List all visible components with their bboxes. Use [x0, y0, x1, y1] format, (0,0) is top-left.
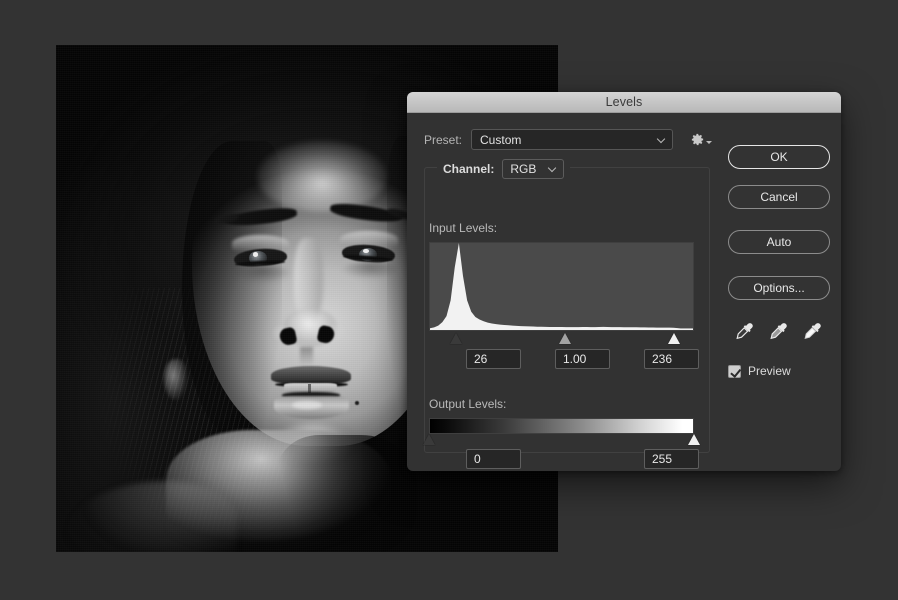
preset-label: Preset:	[424, 132, 463, 147]
chevron-down-icon	[658, 136, 665, 143]
dialog-titlebar[interactable]: Levels	[407, 92, 841, 113]
input-gamma-field[interactable]: 1.00	[555, 349, 610, 369]
input-black-point-field[interactable]: 26	[466, 349, 521, 369]
input-levels-slider-track[interactable]	[429, 332, 694, 346]
output-levels-slider-track[interactable]	[422, 433, 700, 447]
eye-glint-right	[363, 248, 369, 254]
eye-glint-left	[252, 252, 259, 257]
chevron-down-icon	[706, 140, 712, 144]
neck-shadow	[276, 435, 418, 552]
options-button[interactable]: Options...	[728, 276, 830, 300]
set-white-point-eyedropper-icon[interactable]	[802, 321, 824, 345]
philtrum	[299, 346, 314, 366]
dialog-body: Preset: Custom Channel: RGB Input Levels…	[407, 113, 841, 471]
input-levels-label: Input Levels:	[429, 221, 498, 235]
auto-button[interactable]: Auto	[728, 230, 830, 254]
preset-select[interactable]: Custom	[471, 129, 674, 150]
preset-options-menu-button[interactable]	[690, 130, 714, 148]
output-levels-label: Output Levels:	[429, 397, 507, 411]
channel-value: RGB	[510, 162, 537, 176]
histogram[interactable]	[429, 242, 694, 331]
levels-dialog[interactable]: Levels Preset: Custom Channel: RGB Input…	[407, 92, 841, 471]
set-black-point-eyedropper-icon[interactable]	[734, 321, 756, 345]
channel-select[interactable]: RGB	[502, 159, 565, 179]
lip-highlight	[291, 400, 323, 409]
preview-label: Preview	[748, 364, 791, 378]
preview-checkbox[interactable]	[728, 364, 741, 378]
output-black-point-field[interactable]: 0	[466, 449, 521, 469]
gear-icon	[691, 133, 704, 145]
output-black-point-slider[interactable]	[422, 434, 435, 445]
output-white-point-slider[interactable]	[687, 434, 700, 445]
set-gray-point-eyedropper-icon[interactable]	[768, 321, 790, 345]
output-white-point-field[interactable]: 255	[644, 449, 699, 469]
preset-row: Preset: Custom	[424, 129, 674, 150]
dialog-title: Levels	[605, 95, 643, 109]
eyedropper-group	[728, 319, 830, 347]
channel-label: Channel:	[443, 162, 495, 176]
histogram-plot	[430, 243, 693, 330]
input-white-point-field[interactable]: 236	[644, 349, 699, 369]
cancel-button[interactable]: Cancel	[728, 185, 830, 209]
input-black-point-slider[interactable]	[449, 333, 462, 344]
screen: Levels Preset: Custom Channel: RGB Input…	[0, 0, 898, 600]
chevron-down-icon	[549, 165, 556, 172]
levels-group: Channel: RGB Input Levels: 26 1.00 236 O…	[422, 159, 710, 469]
preset-value: Custom	[480, 132, 522, 147]
ok-button[interactable]: OK	[728, 145, 830, 169]
channel-row: Channel: RGB	[437, 159, 571, 179]
forehead-highlight	[256, 141, 388, 213]
input-gamma-slider[interactable]	[558, 333, 571, 344]
input-white-point-slider[interactable]	[667, 333, 680, 344]
output-levels-gradient-bar	[429, 418, 694, 434]
preview-row[interactable]: Preview	[728, 364, 791, 378]
ear	[163, 359, 187, 400]
